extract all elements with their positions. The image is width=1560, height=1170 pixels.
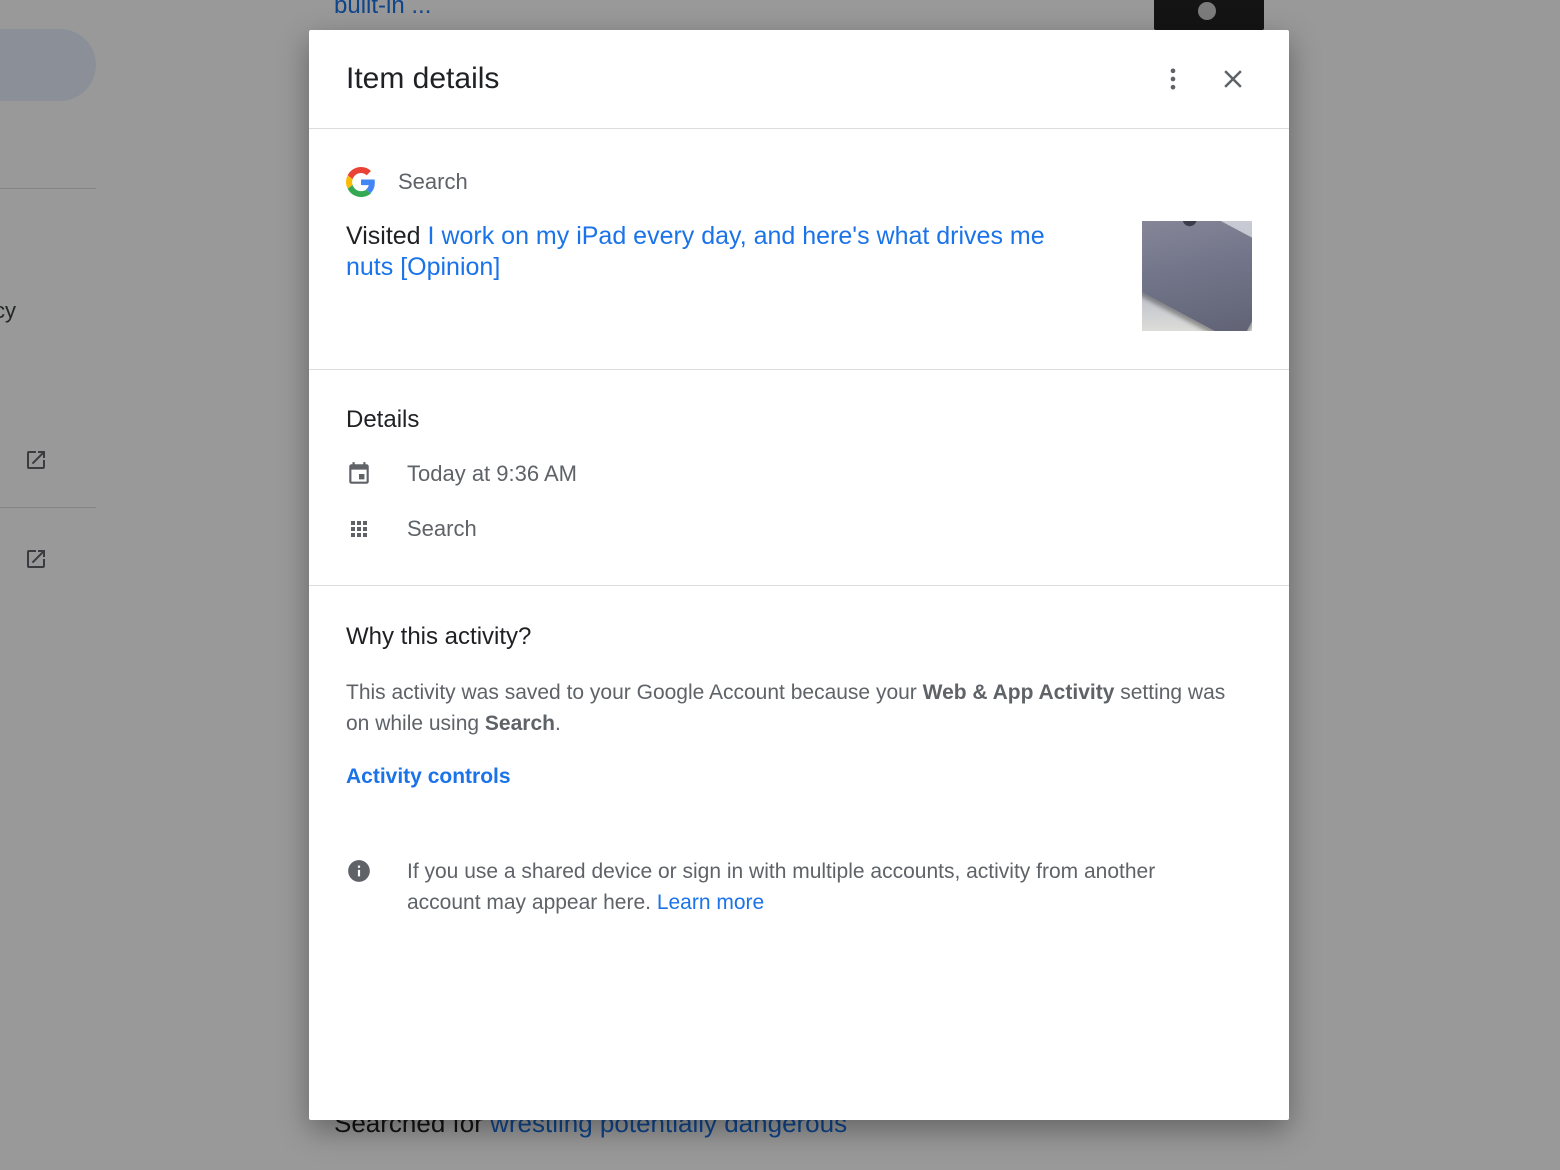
close-button[interactable] (1213, 59, 1253, 99)
why-text-part: This activity was saved to your Google A… (346, 681, 923, 704)
shared-device-notice: If you use a shared device or sign in wi… (346, 856, 1207, 918)
info-icon (346, 858, 372, 884)
more-vert-icon (1170, 68, 1176, 90)
setting-name: Web & App Activity (922, 681, 1115, 704)
why-product: Search (484, 712, 555, 735)
dialog-header: Item details (309, 30, 1289, 129)
detail-app-row: Search (346, 516, 477, 542)
detail-time-row: Today at 9:36 AM (346, 461, 577, 487)
more-options-button[interactable] (1153, 59, 1193, 99)
close-icon (1224, 70, 1242, 88)
item-details-dialog: Item details Search Visited I work on my… (309, 30, 1289, 1120)
why-text-part: . (554, 712, 561, 735)
notice-text: If you use a shared device or sign in wi… (407, 856, 1207, 918)
detail-app: Search (407, 516, 477, 541)
activity-controls-link[interactable]: Activity controls (346, 765, 511, 789)
activity-item-section: Search Visited I work on my iPad every d… (309, 129, 1289, 370)
thumbnail-device (1142, 221, 1252, 331)
why-explanation: This activity was saved to your Google A… (346, 677, 1246, 739)
why-title: Why this activity? (346, 623, 532, 650)
details-section: Details Today at 9:36 AM Search (309, 370, 1289, 586)
thumbnail-logo (1180, 221, 1200, 229)
notice-body: If you use a shared device or sign in wi… (407, 860, 1156, 914)
calendar-icon (346, 461, 372, 487)
learn-more-link[interactable]: Learn more (657, 891, 764, 914)
details-title: Details (346, 406, 420, 433)
product-label: Search (398, 169, 468, 194)
detail-time: Today at 9:36 AM (407, 461, 577, 486)
google-logo-icon (346, 167, 375, 197)
dialog-title: Item details (346, 62, 500, 95)
visited-page-link[interactable]: I work on my iPad every day, and here's … (346, 222, 1045, 281)
visited-prefix: Visited (346, 222, 421, 250)
page-thumbnail[interactable] (1142, 221, 1252, 331)
visited-entry: Visited I work on my iPad every day, and… (346, 221, 1096, 283)
product-row: Search (346, 167, 468, 197)
apps-icon (346, 516, 372, 542)
